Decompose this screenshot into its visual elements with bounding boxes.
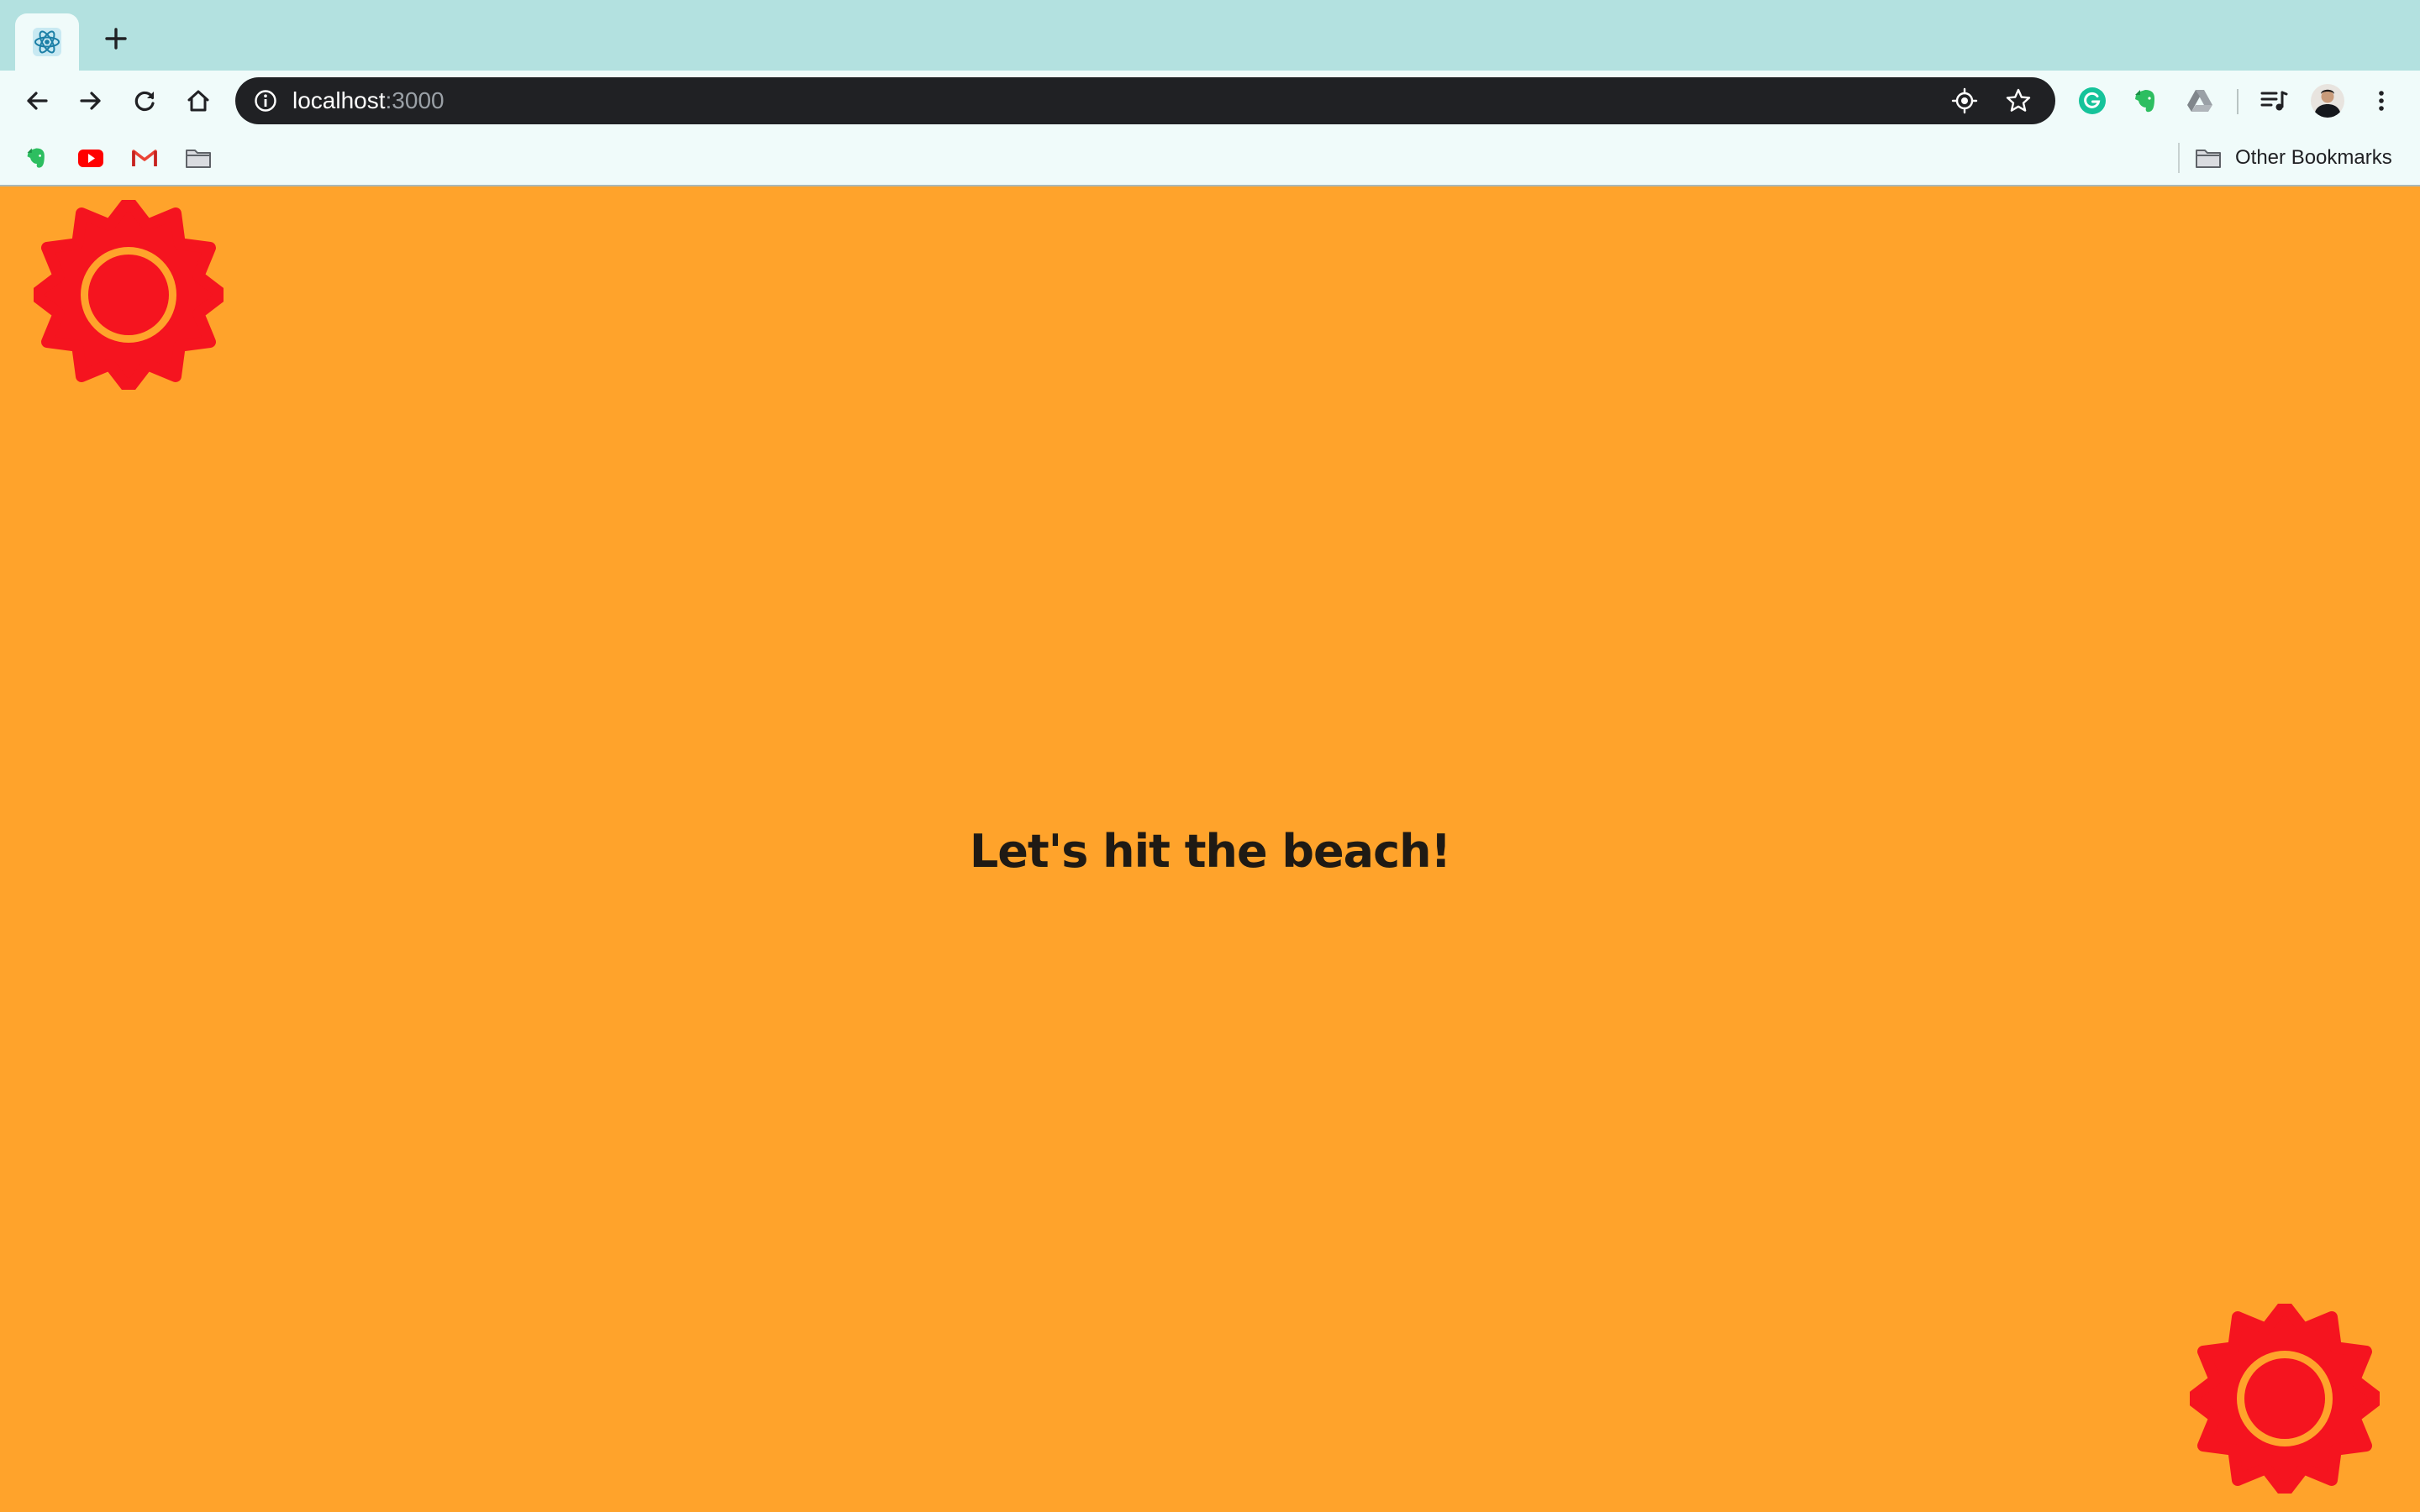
folder-icon bbox=[2196, 150, 2221, 168]
browser-tab-active[interactable] bbox=[15, 13, 79, 71]
other-bookmarks-button[interactable]: Other Bookmarks bbox=[2195, 139, 2392, 176]
bookmark-youtube[interactable] bbox=[76, 143, 106, 173]
back-button[interactable] bbox=[15, 79, 59, 123]
profile-button[interactable] bbox=[2307, 81, 2348, 121]
address-bar[interactable]: localhost:3000 bbox=[235, 77, 2055, 124]
google-drive-extension[interactable] bbox=[2180, 81, 2220, 121]
bookmarks-divider bbox=[2178, 143, 2180, 173]
google-drive-icon bbox=[2187, 90, 2212, 112]
sun-icon bbox=[2190, 1304, 2380, 1494]
plus-icon bbox=[105, 28, 127, 50]
bookmark-star-button[interactable] bbox=[2005, 87, 2032, 114]
bookmarks-bar: Other Bookmarks bbox=[0, 131, 2420, 186]
evernote-extension[interactable] bbox=[2126, 81, 2166, 121]
star-icon bbox=[2006, 88, 2031, 112]
bookmark-evernote[interactable] bbox=[22, 143, 52, 173]
tab-strip bbox=[0, 0, 2420, 71]
sun-icon bbox=[34, 200, 224, 390]
url-port: :3000 bbox=[385, 87, 445, 113]
profile-avatar bbox=[2311, 84, 2344, 118]
url-text[interactable]: localhost:3000 bbox=[292, 77, 445, 124]
folder-icon bbox=[186, 150, 211, 168]
bookmark-folder[interactable] bbox=[183, 143, 213, 173]
home-icon bbox=[187, 90, 209, 112]
grammarly-icon bbox=[2079, 87, 2106, 114]
location-target-icon bbox=[1951, 87, 1978, 114]
more-vert-icon bbox=[2379, 91, 2384, 111]
other-bookmarks-label: Other Bookmarks bbox=[2235, 146, 2392, 169]
evernote-icon bbox=[27, 148, 45, 168]
location-target-button[interactable] bbox=[1951, 87, 1978, 114]
home-button[interactable] bbox=[176, 79, 220, 123]
reload-icon bbox=[134, 91, 155, 112]
page-headline: Let's hit the beach! bbox=[969, 825, 1451, 878]
arrow-left-icon bbox=[27, 92, 48, 110]
gmail-icon bbox=[132, 150, 157, 166]
react-atom-icon bbox=[33, 28, 61, 56]
grammarly-extension[interactable] bbox=[2072, 81, 2112, 121]
browser-toolbar: localhost:3000 bbox=[0, 71, 2420, 131]
forward-button[interactable] bbox=[69, 79, 113, 123]
browser-menu-button[interactable] bbox=[2361, 81, 2402, 121]
browser-window: localhost:3000 Other Bookmarks Let's hit… bbox=[0, 0, 2420, 1512]
page-viewport: Let's hit the beach! bbox=[0, 186, 2420, 1512]
new-tab-button[interactable] bbox=[97, 20, 134, 57]
bookmark-gmail[interactable] bbox=[129, 143, 160, 173]
reload-button[interactable] bbox=[123, 79, 166, 123]
info-icon[interactable] bbox=[254, 89, 277, 113]
evernote-icon bbox=[2135, 90, 2154, 113]
arrow-right-icon bbox=[80, 92, 101, 110]
reading-list-icon bbox=[2260, 91, 2288, 111]
reading-list-button[interactable] bbox=[2254, 81, 2294, 121]
youtube-icon bbox=[78, 150, 103, 167]
url-host: localhost bbox=[292, 87, 386, 113]
toolbar-divider bbox=[2237, 89, 2238, 114]
